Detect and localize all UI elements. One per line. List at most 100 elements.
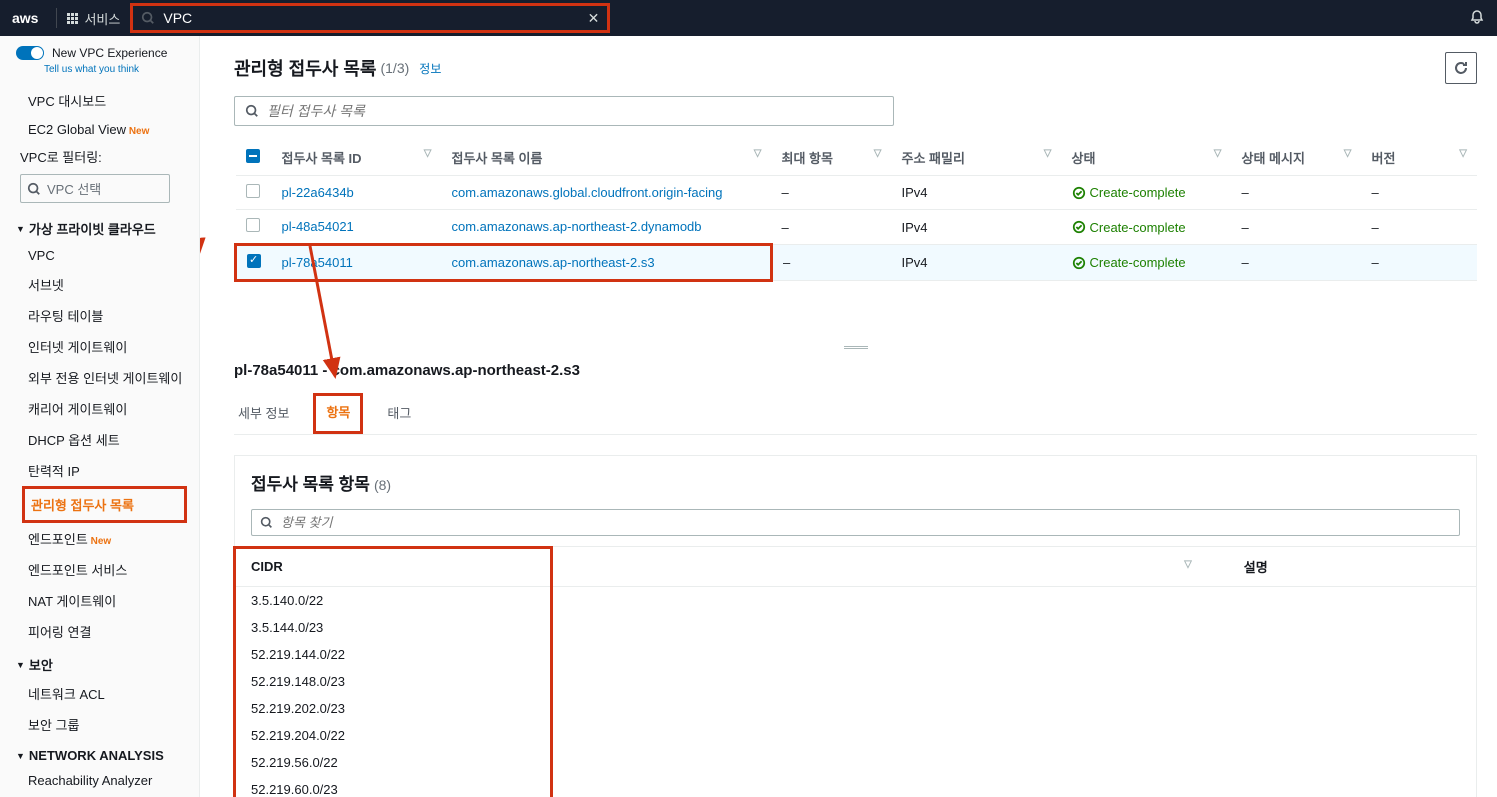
sidebar-item-endpoints[interactable]: 엔드포인트 [0, 523, 199, 554]
cell-max: – [772, 176, 892, 210]
cidr-table: CIDR▽ 설명 3.5.140.0/223.5.144.0/2352.219.… [235, 546, 1476, 797]
vpc-filter-placeholder: VPC 선택 [47, 179, 101, 198]
prefix-filter-input[interactable] [267, 103, 883, 119]
aws-logo-text: aws [12, 10, 38, 26]
sidebar-item-endpoint-svc[interactable]: 엔드포인트 서비스 [0, 554, 199, 585]
tab-tags[interactable]: 태그 [383, 393, 415, 434]
col-state[interactable]: 상태 [1072, 151, 1096, 166]
sidebar-item-eip[interactable]: 탄력적 IP [0, 455, 199, 486]
table-row[interactable]: pl-22a6434b com.amazonaws.global.cloudfro… [236, 176, 1478, 210]
col-desc[interactable]: 설명 [1244, 560, 1268, 575]
refresh-button[interactable] [1445, 52, 1477, 84]
cidr-row[interactable]: 3.5.144.0/23 [235, 614, 1476, 641]
status-badge: Create-complete [1072, 220, 1222, 235]
col-cidr[interactable]: CIDR [251, 559, 283, 574]
cell-version: – [1362, 176, 1478, 210]
cidr-row[interactable]: 3.5.140.0/22 [235, 587, 1476, 615]
prefix-name-link[interactable]: com.amazonaws.global.cloudfront.origin-f… [452, 185, 723, 200]
notifications-button[interactable] [1469, 9, 1485, 28]
row-checkbox[interactable] [246, 218, 260, 232]
sidebar-item-igw[interactable]: 인터넷 게이트웨이 [0, 331, 199, 362]
sidebar-item-subnet[interactable]: 서브넷 [0, 269, 199, 300]
grid-icon [67, 13, 78, 24]
cell-cidr: 52.219.148.0/23 [235, 668, 1228, 695]
entries-count: (8) [374, 477, 391, 493]
col-version[interactable]: 버전 [1372, 151, 1396, 166]
entries-filter[interactable] [251, 509, 1460, 536]
sidebar-item-egress-igw[interactable]: 외부 전용 인터넷 게이트웨이 [0, 362, 199, 393]
sidebar-item-nacl[interactable]: 네트워크 ACL [0, 678, 199, 709]
sidebar-item-reachability[interactable]: Reachability Analyzer [0, 767, 199, 794]
clear-search-icon[interactable]: ✕ [588, 10, 600, 27]
cidr-row[interactable]: 52.219.204.0/22 [235, 722, 1476, 749]
split-handle[interactable] [214, 342, 1497, 352]
cell-state-msg: – [1232, 176, 1362, 210]
services-menu[interactable]: 서비스 [67, 9, 120, 28]
global-search[interactable]: ✕ [130, 3, 610, 33]
cell-cidr: 52.219.204.0/22 [235, 722, 1228, 749]
cell-desc [1228, 614, 1476, 641]
prefix-filter[interactable] [234, 96, 894, 126]
sidebar-item-route-table[interactable]: 라우팅 테이블 [0, 300, 199, 331]
sidebar-item-vpc[interactable]: VPC [0, 242, 199, 269]
refresh-icon [1453, 60, 1469, 76]
sidebar-section-security[interactable]: 보안 [0, 647, 199, 678]
prefix-id-link[interactable]: pl-22a6434b [282, 185, 354, 200]
prefix-name-link[interactable]: com.amazonaws.ap-northeast-2.s3 [452, 255, 655, 270]
col-max[interactable]: 최대 항목 [782, 151, 833, 166]
prefix-name-link[interactable]: com.amazonaws.ap-northeast-2.dynamodb [452, 219, 702, 234]
vpc-filter-label: VPC로 필터링: [0, 143, 199, 170]
cell-version: – [1362, 210, 1478, 245]
prefix-id-link[interactable]: pl-78a54011 [282, 255, 353, 270]
sidebar-item-ec2-global[interactable]: EC2 Global View [0, 116, 199, 143]
vpc-filter-select[interactable]: VPC 선택 [20, 174, 170, 203]
cidr-row[interactable]: 52.219.60.0/23 [235, 776, 1476, 797]
search-icon [245, 104, 259, 118]
cell-desc [1228, 641, 1476, 668]
col-id[interactable]: 접두사 목록 ID [282, 151, 362, 166]
col-state-msg[interactable]: 상태 메시지 [1242, 151, 1305, 166]
prefix-id-link[interactable]: pl-48a54021 [282, 219, 354, 234]
sidebar-item-prefix-lists[interactable]: 관리형 접두사 목록 [25, 489, 184, 520]
sidebar-item-sg[interactable]: 보안 그룹 [0, 709, 199, 740]
status-badge: Create-complete [1072, 255, 1222, 270]
row-checkbox[interactable] [246, 184, 260, 198]
cell-cidr: 52.219.56.0/22 [235, 749, 1228, 776]
cell-cidr: 52.219.60.0/23 [235, 776, 1228, 797]
sidebar-item-dhcp[interactable]: DHCP 옵션 세트 [0, 424, 199, 455]
new-experience-toggle[interactable] [16, 46, 44, 60]
cidr-row[interactable]: 52.219.148.0/23 [235, 668, 1476, 695]
feedback-link[interactable]: Tell us what you think [44, 64, 199, 75]
cell-family: IPv4 [892, 176, 1062, 210]
search-input[interactable] [163, 10, 599, 26]
cell-max: – [772, 210, 892, 245]
entries-card: 접두사 목록 항목 (8) CIDR▽ 설명 3.5.140.0/223.5.1… [234, 455, 1477, 797]
table-row[interactable]: pl-78a54011 com.amazonaws.ap-northeast-2.… [236, 245, 1478, 281]
page-title: 관리형 접두사 목록 [234, 55, 376, 81]
col-name[interactable]: 접두사 목록 이름 [452, 151, 543, 166]
sidebar-item-carrier-gw[interactable]: 캐리어 게이트웨이 [0, 393, 199, 424]
sidebar-item-peering[interactable]: 피어링 연결 [0, 616, 199, 647]
table-row[interactable]: pl-48a54021 com.amazonaws.ap-northeast-2.… [236, 210, 1478, 245]
info-link[interactable]: 정보 [419, 60, 441, 77]
tab-details[interactable]: 세부 정보 [234, 393, 293, 434]
select-all-checkbox[interactable] [246, 149, 260, 163]
sidebar-section-analysis[interactable]: NETWORK ANALYSIS [0, 740, 199, 767]
cell-family: IPv4 [892, 245, 1062, 281]
entries-filter-input[interactable] [281, 515, 1451, 530]
services-label: 서비스 [84, 9, 120, 28]
sidebar-section-vpc[interactable]: 가상 프라이빗 클라우드 [0, 211, 199, 242]
cell-max: – [772, 245, 892, 281]
cell-cidr: 3.5.140.0/22 [235, 587, 1228, 615]
col-family[interactable]: 주소 패밀리 [902, 151, 965, 166]
entries-title: 접두사 목록 항목 [251, 470, 370, 495]
tab-entries[interactable]: 항목 [313, 393, 363, 434]
cidr-row[interactable]: 52.219.202.0/23 [235, 695, 1476, 722]
row-checkbox[interactable] [247, 254, 261, 268]
cidr-row[interactable]: 52.219.144.0/22 [235, 641, 1476, 668]
sidebar-item-nat[interactable]: NAT 게이트웨이 [0, 585, 199, 616]
aws-logo[interactable]: aws [12, 10, 38, 26]
cidr-row[interactable]: 52.219.56.0/22 [235, 749, 1476, 776]
status-badge: Create-complete [1072, 185, 1222, 200]
sidebar-item-dashboard[interactable]: VPC 대시보드 [0, 85, 199, 116]
